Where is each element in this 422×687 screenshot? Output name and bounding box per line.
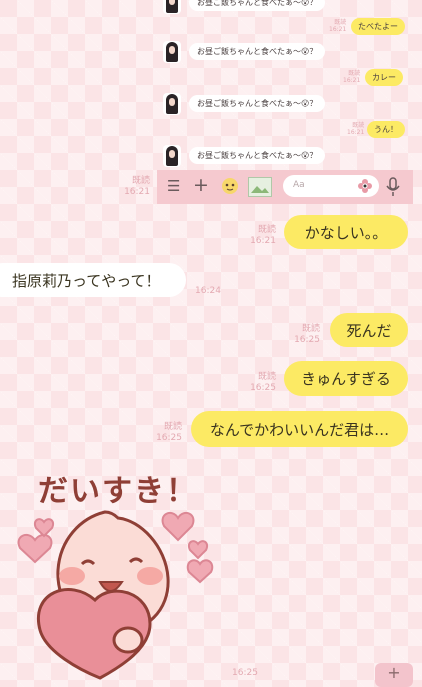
sender-avatar xyxy=(163,41,181,63)
plus-icon: + xyxy=(193,174,209,196)
read-receipt: 既読 16:21 xyxy=(347,122,365,136)
read-receipt: 既読 16:25 xyxy=(294,324,320,345)
sender-avatar xyxy=(163,0,181,14)
image-read-receipt: 既読 16:21 xyxy=(124,176,150,197)
outgoing-message[interactable]: 死んだ xyxy=(330,313,408,347)
read-receipt: 既読 16:21 xyxy=(329,19,347,33)
read-receipt: 既読 16:21 xyxy=(250,225,276,246)
incoming-message: お昼ご飯ちゃんと食べたぁ〜😮？ xyxy=(189,95,326,112)
sticker-icon xyxy=(219,176,241,196)
read-receipt: 既読 16:21 xyxy=(343,70,361,84)
message-time: 16:24 xyxy=(195,286,221,296)
read-receipt: 既読 16:25 xyxy=(250,372,276,393)
outgoing-message[interactable]: かなしい。。 xyxy=(284,215,408,249)
incoming-message[interactable]: 指原莉乃ってやって！ xyxy=(0,263,186,297)
image-icon xyxy=(248,177,272,197)
peach-heart-sticker[interactable] xyxy=(0,500,230,680)
screenshot-input-bar: ☰ + Aa xyxy=(157,170,413,204)
incoming-message: お昼ご飯ちゃんと食べたぁ〜😮？ xyxy=(189,147,326,164)
sender-avatar xyxy=(163,145,181,167)
add-button[interactable]: + xyxy=(375,663,413,687)
microphone-icon xyxy=(385,177,401,197)
menu-icon: ☰ xyxy=(167,177,181,195)
emoji-icon xyxy=(357,178,373,194)
sender-avatar xyxy=(163,93,181,115)
screenshot-message-input: Aa xyxy=(283,175,379,197)
outgoing-message: カレー xyxy=(365,69,403,86)
read-receipt: 既読 16:25 xyxy=(156,422,182,443)
outgoing-message[interactable]: きゅんすぎる xyxy=(284,361,408,396)
incoming-message: お昼ご飯ちゃんと食べたぁ〜😮？ xyxy=(189,43,326,60)
shared-screenshot-image[interactable]: お昼ご飯ちゃんと食べたぁ〜😮？ 既読 16:21 たべたよー お昼ご飯ちゃんと食べ… xyxy=(157,0,413,205)
plus-icon: + xyxy=(387,663,401,682)
incoming-message: お昼ご飯ちゃんと食べたぁ〜😮？ xyxy=(189,0,326,11)
outgoing-message[interactable]: なんでかわいいんだ君は… xyxy=(191,411,408,447)
outgoing-message: うん！ xyxy=(367,121,405,138)
outgoing-message: たべたよー xyxy=(351,18,405,35)
sticker-time: 16:25 xyxy=(232,668,258,678)
